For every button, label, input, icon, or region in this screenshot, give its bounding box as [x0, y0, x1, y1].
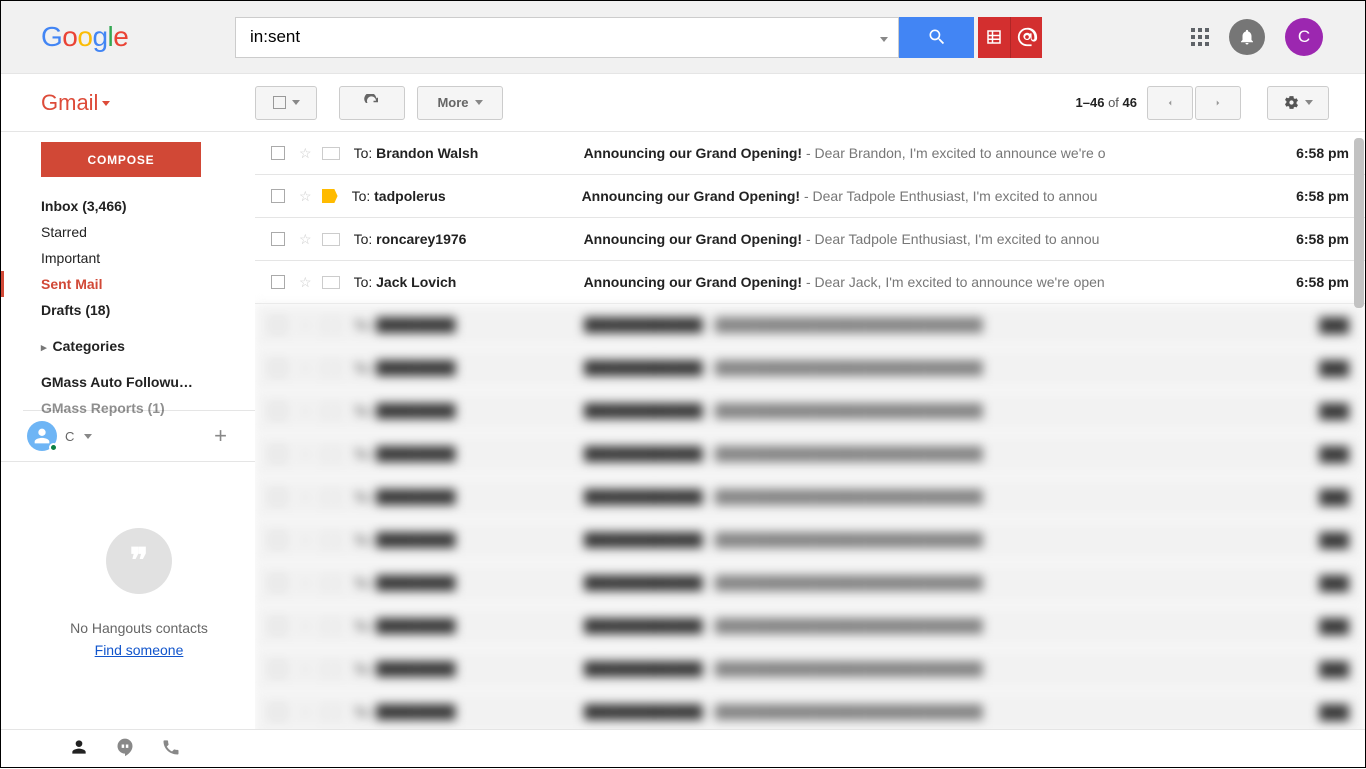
- timestamp: 6:58 pm: [1271, 274, 1349, 290]
- star-icon[interactable]: ☆: [299, 274, 312, 291]
- more-button[interactable]: More: [417, 86, 503, 120]
- gmass-at-button[interactable]: [1010, 17, 1042, 58]
- email-row[interactable]: ☆ To: Brandon Walsh Announcing our Grand…: [255, 132, 1365, 175]
- presence-indicator: [49, 443, 58, 452]
- search-options-dropdown[interactable]: [870, 30, 898, 45]
- header-right: C: [1191, 18, 1349, 56]
- email-row[interactable]: ☆ To: Jack Lovich Announcing our Grand O…: [255, 261, 1365, 304]
- sidebar: COMPOSE Inbox (3,466) Starred Important …: [1, 132, 255, 729]
- email-row[interactable]: ☆ To: roncarey1976 Announcing our Grand …: [255, 218, 1365, 261]
- row-checkbox[interactable]: [271, 232, 285, 246]
- hangouts-user-label[interactable]: C: [65, 429, 74, 444]
- email-row-blurred: ☆ To: ████████ ████████████ - ██████████…: [255, 347, 1365, 390]
- hangouts-quote-icon: ❞: [106, 528, 172, 594]
- email-row-blurred: ☆ To: ████████ ████████████ - ██████████…: [255, 562, 1365, 605]
- hangouts-empty-message: No Hangouts contacts: [23, 620, 255, 636]
- pagination: 1–46 of 46: [1076, 86, 1329, 120]
- header-bar: Google C: [1, 1, 1365, 74]
- email-row-blurred: ☆ To: ████████ ████████████ - ██████████…: [255, 605, 1365, 648]
- sidebar-item-starred[interactable]: Starred: [23, 219, 255, 245]
- subject-snippet: Announcing our Grand Opening! - Dear Jac…: [584, 274, 1271, 290]
- hangouts-empty-state: ❞ No Hangouts contacts Find someone: [23, 528, 255, 658]
- google-logo[interactable]: Google: [17, 21, 127, 53]
- hangouts-footer: [1, 729, 1365, 769]
- email-list: ☆ To: Brandon Walsh Announcing our Grand…: [255, 132, 1365, 729]
- star-icon[interactable]: ☆: [299, 145, 312, 162]
- star-icon[interactable]: ☆: [299, 231, 312, 248]
- subject-snippet: Announcing our Grand Opening! - Dear Tad…: [584, 231, 1271, 247]
- email-row-blurred: ☆ To: ████████ ████████████ - ██████████…: [255, 304, 1365, 347]
- label-icon[interactable]: [322, 189, 338, 203]
- timestamp: 6:58 pm: [1271, 231, 1349, 247]
- hangouts-avatar[interactable]: [27, 421, 57, 451]
- toolbar: More 1–46 of 46: [255, 86, 1365, 120]
- scrollbar-thumb[interactable]: [1354, 138, 1364, 308]
- select-all-checkbox[interactable]: [255, 86, 317, 120]
- account-avatar[interactable]: C: [1285, 18, 1323, 56]
- prev-page-button[interactable]: [1147, 86, 1193, 120]
- sidebar-item-inbox[interactable]: Inbox (3,466): [23, 193, 255, 219]
- timestamp: 6:58 pm: [1271, 145, 1349, 161]
- recipient: To: Brandon Walsh: [354, 145, 584, 161]
- email-row-blurred: ☆ To: ████████ ████████████ - ██████████…: [255, 390, 1365, 433]
- star-icon[interactable]: ☆: [299, 188, 312, 205]
- search-input[interactable]: [236, 27, 870, 47]
- main-body: COMPOSE Inbox (3,466) Starred Important …: [1, 132, 1365, 729]
- gmail-dropdown[interactable]: Gmail: [1, 90, 255, 116]
- more-label: More: [437, 95, 468, 110]
- search-button[interactable]: [899, 17, 974, 58]
- apps-icon[interactable]: [1191, 28, 1209, 46]
- important-icon[interactable]: [322, 233, 340, 246]
- search-box: [235, 17, 899, 58]
- sidebar-item-sent[interactable]: Sent Mail: [1, 271, 255, 297]
- refresh-button[interactable]: [339, 86, 405, 120]
- contacts-tab-icon[interactable]: [69, 737, 89, 762]
- email-row[interactable]: ☆ To: tadpolerus Announcing our Grand Op…: [255, 175, 1365, 218]
- sidebar-item-categories[interactable]: Categories: [23, 333, 255, 359]
- row-checkbox[interactable]: [271, 146, 285, 160]
- email-row-blurred: ☆ To: ████████ ████████████ - ██████████…: [255, 433, 1365, 476]
- subheader: Gmail More 1–46 of 46: [1, 74, 1365, 132]
- row-checkbox[interactable]: [271, 275, 285, 289]
- sidebar-item-drafts[interactable]: Drafts (18): [23, 297, 255, 323]
- settings-button[interactable]: [1267, 86, 1329, 120]
- email-row-blurred: ☆ To: ████████ ████████████ - ██████████…: [255, 691, 1365, 729]
- sidebar-item-gmass-followup[interactable]: GMass Auto Followu…: [23, 369, 255, 395]
- recipient: To: roncarey1976: [354, 231, 584, 247]
- row-checkbox[interactable]: [271, 189, 285, 203]
- subject-snippet: Announcing our Grand Opening! - Dear Bra…: [584, 145, 1271, 161]
- next-page-button[interactable]: [1195, 86, 1241, 120]
- timestamp: 6:58 pm: [1271, 188, 1349, 204]
- compose-button[interactable]: COMPOSE: [41, 142, 201, 177]
- recipient: To: Jack Lovich: [354, 274, 584, 290]
- email-row-blurred: ☆ To: ████████ ████████████ - ██████████…: [255, 519, 1365, 562]
- sidebar-item-important[interactable]: Important: [23, 245, 255, 271]
- page-total: 46: [1123, 95, 1137, 110]
- page-range: 1–46: [1076, 95, 1105, 110]
- page-of: of: [1104, 95, 1122, 110]
- important-icon[interactable]: [322, 276, 340, 289]
- notifications-icon[interactable]: [1229, 19, 1265, 55]
- search-container: [235, 17, 1042, 58]
- hangouts-tab-icon[interactable]: [115, 737, 135, 762]
- hangouts-new-button[interactable]: +: [214, 423, 227, 449]
- important-icon[interactable]: [322, 147, 340, 160]
- email-row-blurred: ☆ To: ████████ ████████████ - ██████████…: [255, 476, 1365, 519]
- sidebar-item-gmass-reports[interactable]: GMass Reports (1): [23, 395, 255, 421]
- subject-snippet: Announcing our Grand Opening! - Dear Tad…: [582, 188, 1271, 204]
- phone-tab-icon[interactable]: [161, 737, 181, 762]
- email-row-blurred: ☆ To: ████████ ████████████ - ██████████…: [255, 648, 1365, 691]
- gmass-sheet-button[interactable]: [978, 17, 1010, 58]
- recipient: To: tadpolerus: [352, 188, 582, 204]
- hangouts-find-link[interactable]: Find someone: [95, 642, 184, 658]
